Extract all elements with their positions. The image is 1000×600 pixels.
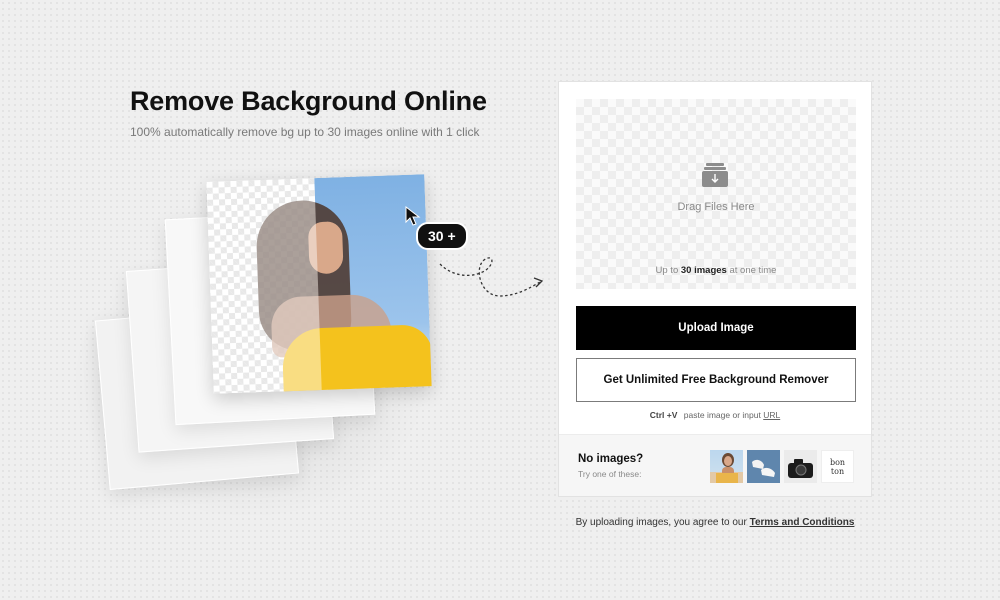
sample-thumbnail-shoes[interactable] (747, 450, 780, 483)
removed-background-overlay (206, 178, 322, 394)
unlimited-remover-button[interactable]: Get Unlimited Free Background Remover (576, 358, 856, 402)
bonton-logo: bon ton (822, 458, 853, 476)
download-tray-icon (702, 163, 728, 187)
file-dropzone[interactable]: Drag Files Here Up to 30 images at one t… (576, 99, 856, 289)
hero-illustration: 30 + (0, 0, 560, 600)
woman-thumbnail-graphic (710, 453, 743, 483)
samples-subtitle: Try one of these: (578, 469, 642, 479)
limit-count: 30 images (680, 265, 727, 276)
samples-title: No images? (578, 453, 644, 465)
logo-line-1: bon (829, 458, 846, 467)
terms-link[interactable]: Terms and Conditions (750, 517, 855, 528)
logo-line-2: ton (830, 467, 845, 476)
paste-shortcut: Ctrl +V (649, 410, 678, 420)
sample-thumbnail-woman[interactable] (710, 450, 743, 483)
input-url-link[interactable]: URL (763, 410, 780, 420)
limit-prefix: Up to (655, 265, 679, 276)
paste-hint: Ctrl +V paste image or input URL (559, 410, 871, 420)
shoes-thumbnail-graphic (747, 450, 780, 483)
limit-suffix: at one time (729, 265, 777, 276)
terms-text: By uploading images, you agree to our (575, 517, 747, 528)
curly-arrow-icon (439, 257, 544, 297)
drop-label: Drag Files Here (677, 201, 755, 213)
paste-text: paste image or input (683, 410, 761, 420)
upload-image-button[interactable]: Upload Image (576, 306, 856, 350)
upload-panel: Drag Files Here Up to 30 images at one t… (558, 81, 872, 497)
sample-portrait-photo (206, 174, 432, 394)
upload-limit-note: Up to 30 images at one time (576, 265, 856, 276)
sample-thumbnail-logo[interactable]: bon ton (821, 450, 854, 483)
terms-notice: By uploading images, you agree to our Te… (558, 517, 872, 528)
sample-thumbnail-camera[interactable] (784, 450, 817, 483)
camera-thumbnail-graphic (784, 450, 817, 483)
cursor-icon (405, 206, 421, 226)
sample-images-bar: No images? Try one of these: bon ton (559, 434, 871, 496)
image-count-badge: 30 + (416, 222, 468, 250)
